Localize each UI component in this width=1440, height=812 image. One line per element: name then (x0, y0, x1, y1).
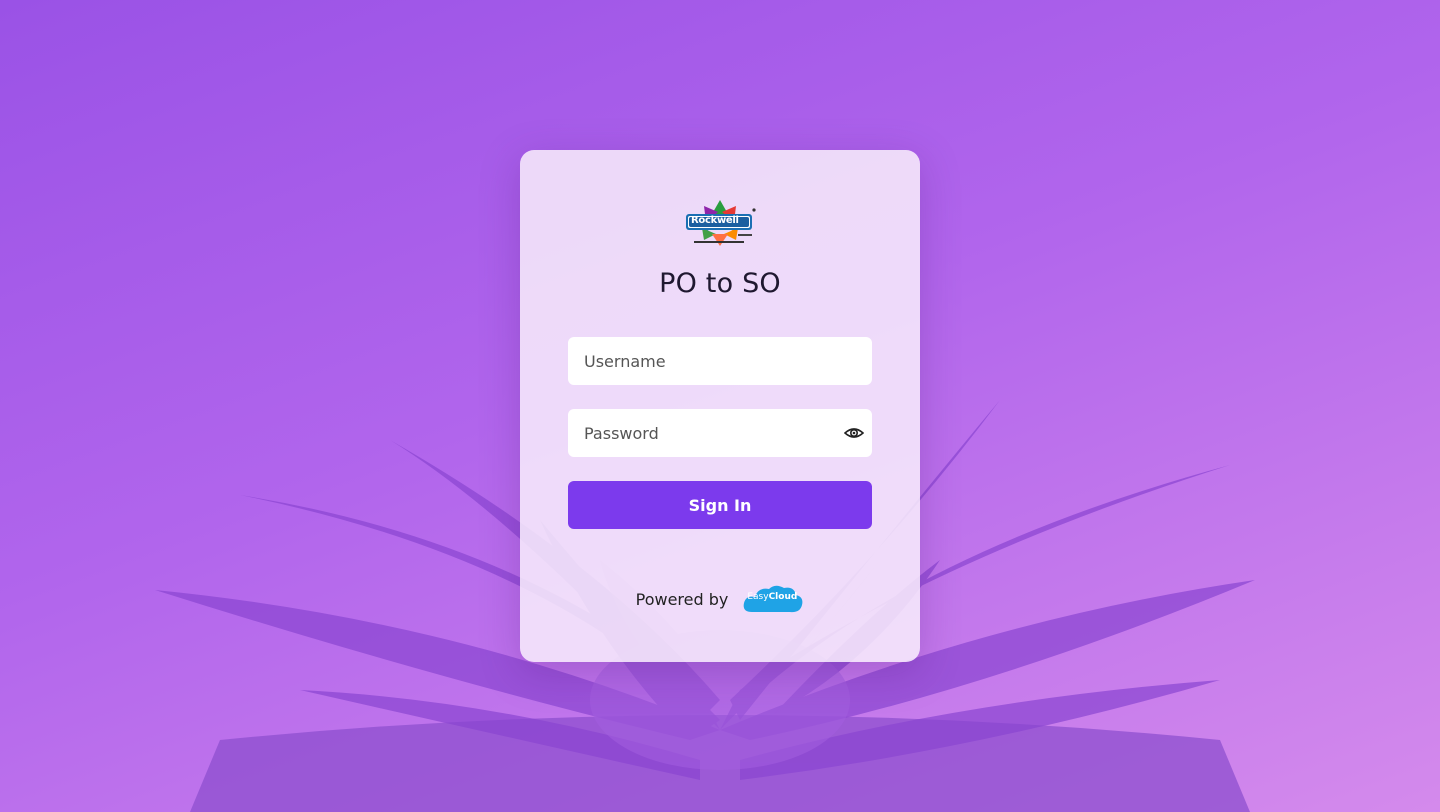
easycloud-logo[interactable]: EasyCloud (742, 582, 804, 616)
powered-by-label: Powered by (635, 589, 729, 609)
password-field[interactable] (568, 409, 872, 457)
easycloud-logo-text: EasyCloud (747, 592, 798, 602)
eye-icon[interactable] (843, 423, 865, 443)
username-input[interactable] (568, 337, 872, 385)
rockwell-logo: Rockwell (682, 196, 758, 252)
password-input[interactable] (568, 409, 872, 457)
page-title: PO to SO (659, 268, 781, 299)
username-field[interactable] (568, 337, 872, 385)
rockwell-logo-text: Rockwell (691, 215, 739, 226)
powered-by: Powered by EasyCloud (520, 582, 920, 616)
sign-in-button[interactable]: Sign In (568, 481, 872, 529)
login-card: Rockwell PO to SO Sign In Powered by Eas… (520, 150, 920, 662)
